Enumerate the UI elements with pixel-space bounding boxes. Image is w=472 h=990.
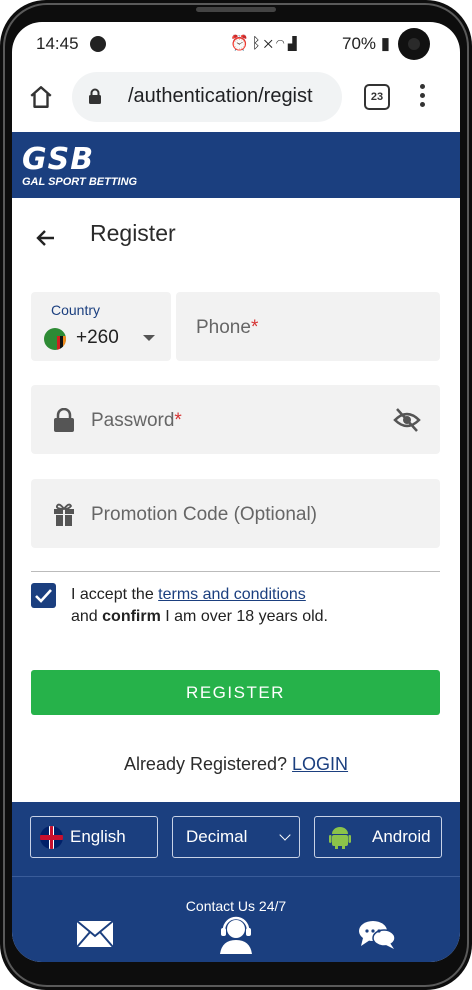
contact-us-label: Contact Us 24/7 <box>185 898 287 914</box>
spotify-icon <box>90 36 106 52</box>
browser-menu-icon[interactable] <box>420 84 426 111</box>
country-code: +260 <box>76 327 119 348</box>
tab-switcher-button[interactable]: 23 <box>364 84 390 110</box>
login-link[interactable]: LOGIN <box>292 754 348 774</box>
bluetooth-icon: ᛒ <box>251 35 264 52</box>
uk-flag-icon <box>40 826 63 849</box>
alarm-icon: ⏰ <box>230 35 252 52</box>
address-bar[interactable]: /authentication/regist <box>72 72 342 122</box>
divider <box>31 571 440 572</box>
wifi-icon: ◠ <box>275 35 288 52</box>
language-select[interactable]: English <box>30 816 158 858</box>
mute-icon: ✕ <box>263 35 276 52</box>
checkmark-icon <box>35 589 52 603</box>
android-label: Android <box>372 827 431 846</box>
lock-icon <box>54 408 74 432</box>
url-text[interactable]: /authentication/regist <box>128 85 338 108</box>
language-label: English <box>70 827 126 846</box>
android-icon <box>329 827 351 849</box>
site-footer: English Decimal Android Contact Us 24/7 <box>12 802 460 962</box>
promotion-code-placeholder: Promotion Code (Optional) <box>91 504 317 525</box>
password-input[interactable]: Password* <box>31 385 440 454</box>
signal-icon: ▟ <box>287 35 300 52</box>
battery-level: 70% ▮ <box>342 34 391 53</box>
lock-icon <box>89 88 101 104</box>
status-icons: ⏰ᛒ✕◠▟ <box>230 34 300 52</box>
speaker <box>196 7 276 12</box>
odds-format-label: Decimal <box>186 827 248 846</box>
android-app-button[interactable]: Android <box>314 816 442 858</box>
footer-divider <box>12 876 460 877</box>
phone-placeholder: Phone* <box>196 317 259 338</box>
dropdown-caret-icon <box>143 335 155 341</box>
visibility-off-icon[interactable] <box>393 407 421 433</box>
register-button[interactable]: REGISTER <box>31 670 440 715</box>
front-camera <box>398 28 430 60</box>
odds-format-select[interactable]: Decimal <box>172 816 300 858</box>
battery-icon: ▮ <box>380 34 391 53</box>
back-arrow-icon[interactable] <box>34 226 58 250</box>
status-time: 14:45 <box>36 34 79 53</box>
terms-text: I accept the terms and conditions and co… <box>71 586 328 625</box>
status-bar: 14:45 ⏰ᛒ✕◠▟ 70% ▮ <box>12 22 460 64</box>
site-logo-subtitle: GAL SPORT BETTING <box>22 176 138 188</box>
promotion-code-input[interactable]: Promotion Code (Optional) <box>31 479 440 548</box>
terms-link[interactable]: terms and conditions <box>158 586 306 603</box>
terms-checkbox[interactable] <box>31 583 56 608</box>
site-header: GSB GAL SPORT BETTING <box>12 132 460 198</box>
phone-input[interactable]: Phone* <box>176 292 440 361</box>
site-logo[interactable]: GSB <box>22 142 94 177</box>
gift-icon <box>54 503 74 526</box>
chat-icon[interactable] <box>358 920 396 950</box>
chevron-down-icon <box>279 829 291 841</box>
zambia-flag-icon <box>44 328 66 350</box>
country-select[interactable]: Country +260 <box>31 292 171 361</box>
already-registered: Already Registered? LOGIN <box>123 754 349 774</box>
screen: 14:45 ⏰ᛒ✕◠▟ 70% ▮ /authentication/regist… <box>12 22 460 962</box>
phone-frame: 14:45 ⏰ᛒ✕◠▟ 70% ▮ /authentication/regist… <box>0 0 472 990</box>
support-agent-icon[interactable] <box>218 916 254 954</box>
password-placeholder: Password* <box>91 410 182 431</box>
country-label: Country <box>51 302 101 318</box>
email-icon[interactable] <box>76 920 114 948</box>
home-icon[interactable] <box>28 84 54 110</box>
page-title: Register <box>90 220 176 246</box>
browser-toolbar: /authentication/regist 23 <box>12 64 460 132</box>
